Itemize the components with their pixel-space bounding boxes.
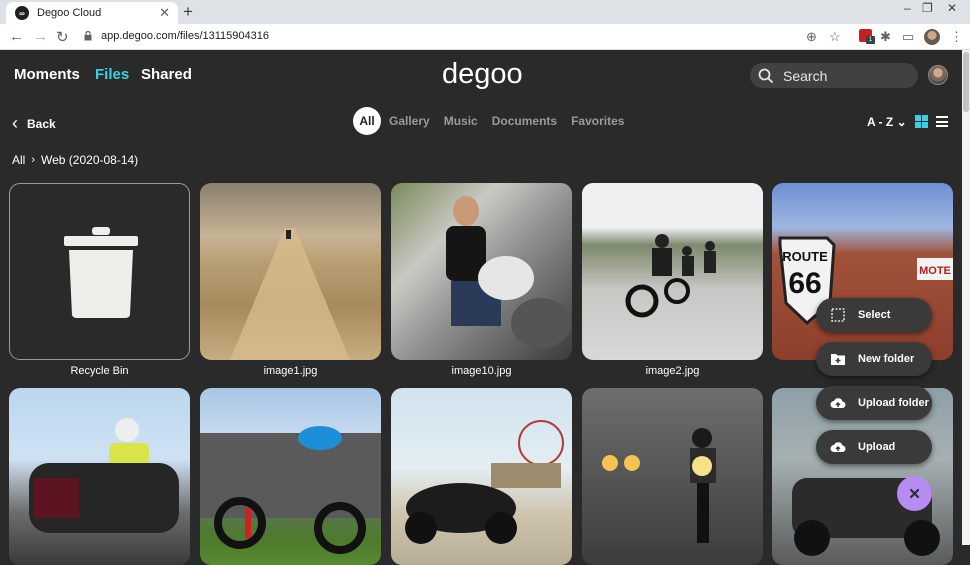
- image-thumbnail[interactable]: [391, 183, 572, 360]
- search-box[interactable]: Search: [750, 63, 918, 88]
- dirt-road-photo: [230, 228, 350, 360]
- filter-all[interactable]: All: [353, 107, 381, 135]
- new-folder-button[interactable]: New folder: [816, 342, 932, 376]
- filter-favorites[interactable]: Favorites: [571, 114, 624, 128]
- nav-files[interactable]: Files: [95, 66, 129, 83]
- recycle-bin-folder[interactable]: [9, 183, 190, 360]
- file-label: image10.jpg: [451, 365, 512, 377]
- tab-title: Degoo Cloud: [37, 7, 102, 19]
- breadcrumb: All › Web (2020-08-14): [12, 153, 138, 167]
- window-close-button[interactable]: ✕: [947, 1, 957, 15]
- image-thumbnail[interactable]: [200, 388, 381, 565]
- cast-icon[interactable]: ▭: [902, 29, 914, 45]
- search-placeholder: Search: [783, 67, 828, 84]
- reload-icon[interactable]: ↻: [56, 28, 69, 46]
- upload-label: Upload: [858, 441, 896, 453]
- breadcrumb-current: Web (2020-08-14): [41, 153, 139, 167]
- sort-label: A - Z: [867, 115, 894, 129]
- minimize-button[interactable]: –: [904, 1, 911, 15]
- extensions-puzzle-icon[interactable]: ✱: [880, 29, 891, 45]
- install-app-icon[interactable]: ⊕: [806, 29, 817, 45]
- svg-text:66: 66: [788, 267, 821, 300]
- motorcycle-rider-photo: [446, 196, 571, 348]
- file-label: image2.jpg: [645, 365, 700, 377]
- page-scrollbar[interactable]: [962, 50, 970, 545]
- back-nav-icon[interactable]: ←: [9, 28, 24, 45]
- back-button[interactable]: ‹ Back: [12, 113, 56, 134]
- rainy-riders-photo: [602, 428, 716, 543]
- nav-shared[interactable]: Shared: [141, 66, 192, 83]
- upload-button[interactable]: Upload: [816, 430, 932, 464]
- touring-bike-photo: [29, 418, 179, 533]
- select-label: Select: [858, 309, 891, 321]
- back-label: Back: [27, 116, 56, 131]
- bookmark-star-icon[interactable]: ☆: [829, 29, 841, 45]
- filter-bar: All Gallery Music Documents Favorites: [353, 107, 638, 135]
- filter-documents[interactable]: Documents: [492, 114, 557, 128]
- route-66-photo: ROUTE 66 MOTE: [778, 236, 953, 326]
- browser-tab[interactable]: ∞ Degoo Cloud ✕: [6, 2, 178, 24]
- browser-profile-avatar[interactable]: [924, 29, 940, 45]
- nav-moments[interactable]: Moments: [14, 66, 80, 83]
- user-avatar[interactable]: [928, 65, 948, 85]
- image-thumbnail[interactable]: [391, 388, 572, 565]
- file-label: image1.jpg: [263, 365, 318, 377]
- forward-nav-icon[interactable]: →: [33, 28, 48, 45]
- image-thumbnail[interactable]: [582, 388, 763, 565]
- list-view-icon[interactable]: [936, 116, 948, 127]
- chevron-right-icon: ›: [31, 154, 36, 166]
- pier-bike-photo: [405, 420, 564, 544]
- trash-icon: [64, 227, 138, 318]
- image-thumbnail[interactable]: [200, 183, 381, 360]
- new-tab-button[interactable]: +: [183, 2, 193, 22]
- filter-music[interactable]: Music: [444, 114, 478, 128]
- browser-menu-icon[interactable]: ⋮: [950, 29, 963, 45]
- riders-on-road-photo: [625, 234, 716, 318]
- new-folder-icon: [831, 354, 845, 365]
- lock-icon: [84, 31, 92, 41]
- close-fab-button[interactable]: ✕: [897, 476, 932, 511]
- svg-text:ROUTE: ROUTE: [782, 249, 828, 264]
- file-label: Recycle Bin: [70, 365, 129, 377]
- chevron-left-icon: ‹: [12, 113, 18, 133]
- restore-button[interactable]: ❐: [922, 1, 933, 15]
- sort-dropdown[interactable]: A - Z ⌄: [867, 115, 907, 129]
- chevron-down-icon: ⌄: [896, 115, 907, 129]
- close-icon: ✕: [908, 485, 921, 503]
- svg-text:MOTE: MOTE: [919, 265, 951, 277]
- image-thumbnail[interactable]: ROUTE 66 MOTE: [772, 183, 953, 360]
- search-icon: [758, 68, 774, 83]
- scrollbar-thumb[interactable]: [963, 52, 969, 112]
- select-button[interactable]: Select: [816, 298, 932, 332]
- adventure-bikes-photo: [200, 426, 381, 554]
- new-folder-label: New folder: [858, 353, 915, 365]
- degoo-favicon-icon: ∞: [15, 6, 29, 20]
- upload-folder-label: Upload folder: [858, 397, 929, 409]
- tab-close-icon[interactable]: ✕: [159, 5, 170, 21]
- filter-gallery[interactable]: Gallery: [389, 114, 430, 128]
- upload-folder-button[interactable]: Upload folder: [816, 386, 932, 420]
- image-thumbnail[interactable]: [582, 183, 763, 360]
- breadcrumb-root[interactable]: All: [12, 153, 25, 167]
- address-bar: ← → ↻ app.degoo.com/files/13115904316 ⊕ …: [0, 24, 970, 50]
- browser-tab-bar: ∞ Degoo Cloud ✕ + – ❐ ✕: [0, 0, 970, 24]
- image-thumbnail[interactable]: [9, 388, 190, 565]
- upload-icon: [830, 442, 846, 453]
- grid-view-icon[interactable]: [915, 115, 928, 128]
- upload-folder-icon: [830, 398, 846, 409]
- degoo-app: Moments Files Shared degoo Search ‹ Back…: [0, 50, 962, 565]
- url-text[interactable]: app.degoo.com/files/13115904316: [101, 30, 269, 42]
- extension-badge: 1: [866, 36, 875, 44]
- degoo-logo[interactable]: degoo: [442, 58, 523, 91]
- select-icon: [831, 308, 845, 322]
